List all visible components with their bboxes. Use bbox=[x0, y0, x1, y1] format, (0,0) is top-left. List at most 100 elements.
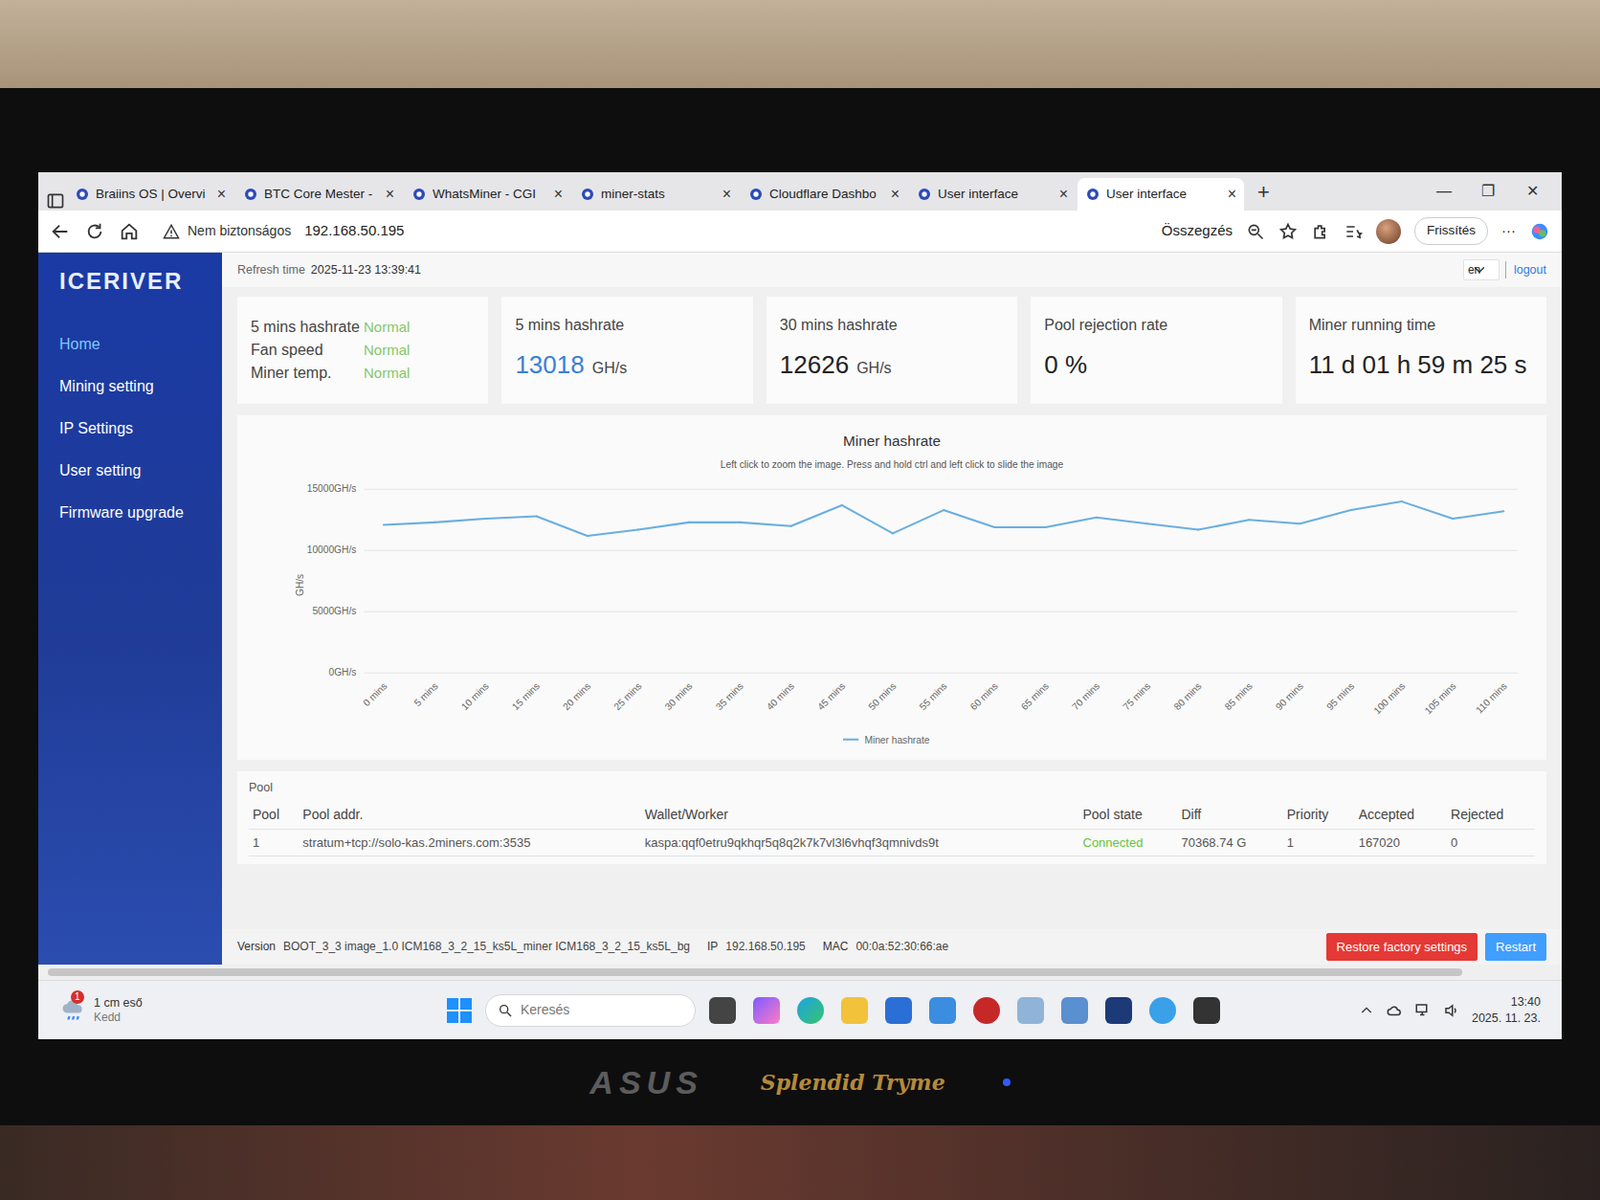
back-arrow-icon[interactable] bbox=[49, 221, 71, 243]
app-icon[interactable] bbox=[797, 997, 824, 1024]
window-button[interactable]: ❐ bbox=[1466, 179, 1511, 203]
reload-icon[interactable] bbox=[84, 221, 106, 243]
network-icon[interactable] bbox=[1414, 1001, 1432, 1020]
sidebar-item[interactable]: Mining setting bbox=[38, 365, 223, 408]
browser-tab[interactable]: BTC Core Mester -× bbox=[235, 177, 402, 211]
browser-tab[interactable]: miner-stats× bbox=[572, 177, 739, 211]
column-header: Rejected bbox=[1446, 800, 1535, 830]
clock[interactable]: 13:402025. 11. 23. bbox=[1471, 994, 1541, 1026]
tab-close-button[interactable]: × bbox=[722, 182, 732, 206]
content-area: 5 mins hashrateNormalFan speedNormalMine… bbox=[222, 287, 1562, 930]
tab-close-button[interactable]: × bbox=[1227, 182, 1237, 206]
x-tick: 10 mins bbox=[459, 680, 491, 712]
pool-cell: 70368.74 G bbox=[1177, 828, 1283, 857]
sidebar-item[interactable]: Home bbox=[38, 323, 223, 366]
column-header: Wallet/Worker bbox=[641, 800, 1080, 830]
splendid-badge: Splendid Tryme bbox=[760, 1066, 946, 1099]
scroll-thumb[interactable] bbox=[47, 968, 1463, 977]
tab-label[interactable]: Cloudflare Dashbo bbox=[769, 184, 886, 204]
zoom-icon[interactable] bbox=[1245, 222, 1266, 242]
tab-label[interactable]: WhatsMiner - CGI bbox=[432, 184, 549, 204]
app-icon[interactable] bbox=[973, 997, 1000, 1024]
favorites-icon[interactable] bbox=[1343, 222, 1363, 242]
tab-label[interactable]: User interface bbox=[1106, 184, 1223, 204]
hashrate-chart[interactable]: Miner hashrateLeft click to zoom the ima… bbox=[246, 428, 1537, 752]
browser-tab[interactable]: User interface× bbox=[909, 177, 1076, 211]
favorite-star-icon[interactable] bbox=[1278, 222, 1298, 242]
profile-avatar[interactable] bbox=[1376, 219, 1401, 245]
y-tick: 0GH/s bbox=[328, 666, 356, 678]
x-tick: 85 mins bbox=[1222, 680, 1255, 712]
window-button[interactable]: — bbox=[1422, 179, 1467, 203]
cloud-icon[interactable] bbox=[1385, 1001, 1403, 1020]
window-button[interactable]: ✕ bbox=[1510, 179, 1555, 203]
search-placeholder[interactable]: Keresés bbox=[520, 1000, 570, 1021]
column-header: Pool bbox=[248, 800, 299, 830]
column-header: Diff bbox=[1177, 800, 1283, 830]
app-icon[interactable] bbox=[1017, 997, 1045, 1024]
tab-close-button[interactable]: × bbox=[1059, 182, 1068, 206]
sidebar-item[interactable]: Firmware upgrade bbox=[38, 491, 223, 534]
tab-label[interactable]: BTC Core Mester - bbox=[264, 184, 380, 204]
tab-label[interactable]: miner-stats bbox=[600, 184, 717, 204]
home-icon[interactable] bbox=[118, 221, 140, 243]
taskbar-search[interactable]: Keresés bbox=[485, 994, 696, 1027]
url-field[interactable]: Nem biztonságos 192.168.50.195 bbox=[153, 216, 1149, 246]
weather-icon[interactable]: 1 bbox=[59, 996, 87, 1023]
tab-close-button[interactable]: × bbox=[890, 182, 900, 206]
tab-close-button[interactable]: × bbox=[385, 182, 395, 206]
weather-widget[interactable]: 11 cm esőKedd bbox=[59, 996, 309, 1024]
app-icon[interactable] bbox=[753, 997, 780, 1024]
stat-unit: GH/s bbox=[856, 359, 891, 377]
app-icon[interactable] bbox=[841, 997, 868, 1024]
tab-label[interactable]: User interface bbox=[937, 184, 1054, 204]
horizontal-scrollbar[interactable] bbox=[38, 964, 1562, 980]
sidebar-item[interactable]: IP Settings bbox=[38, 407, 223, 450]
stat-value-line: 13018GH/s bbox=[514, 346, 739, 384]
copilot-icon[interactable] bbox=[1529, 221, 1551, 243]
stat-unit: GH/s bbox=[592, 359, 627, 377]
security-label[interactable]: Nem biztonságos bbox=[187, 221, 291, 242]
x-tick: 5 mins bbox=[412, 680, 441, 709]
tab-close-button[interactable]: × bbox=[217, 182, 226, 206]
windows-start-icon[interactable] bbox=[446, 998, 472, 1023]
app-icon[interactable] bbox=[1061, 997, 1089, 1024]
refresh-button[interactable]: Frissítés bbox=[1414, 217, 1489, 245]
tray-chevron-icon[interactable] bbox=[1358, 1002, 1375, 1019]
tab-actions-icon[interactable] bbox=[45, 191, 66, 211]
summary-button[interactable]: Összegzés bbox=[1161, 220, 1233, 243]
clock-time[interactable]: 13:40 bbox=[1471, 994, 1541, 1010]
app-icon[interactable] bbox=[709, 997, 736, 1024]
sidebar-item[interactable]: User setting bbox=[38, 449, 223, 492]
wall bbox=[0, 0, 1600, 89]
tab-close-button[interactable]: × bbox=[554, 182, 563, 206]
mac-label: MAC bbox=[822, 937, 849, 956]
pool-cell: stratum+tcp://solo-kas.2miners.com:3535 bbox=[298, 828, 641, 857]
series-segment bbox=[485, 515, 536, 519]
browser-tab[interactable]: WhatsMiner - CGI× bbox=[403, 177, 571, 211]
browser-tab[interactable]: User interface× bbox=[1077, 177, 1245, 211]
series-segment bbox=[1401, 501, 1453, 519]
url-text[interactable]: 192.168.50.195 bbox=[304, 220, 404, 243]
extensions-icon[interactable] bbox=[1311, 222, 1331, 242]
clock-date[interactable]: 2025. 11. 23. bbox=[1471, 1010, 1541, 1026]
volume-icon[interactable] bbox=[1443, 1001, 1461, 1020]
status-card: 5 mins hashrateNormalFan speedNormalMine… bbox=[237, 296, 489, 404]
app-icon[interactable] bbox=[885, 997, 912, 1024]
logout-link[interactable]: logout bbox=[1505, 261, 1547, 280]
tab-label[interactable]: Braiins OS | Overvi bbox=[95, 184, 212, 204]
pool-table: PoolPool addr.Wallet/WorkerPool stateDif… bbox=[248, 800, 1535, 858]
restore-button[interactable]: Restore factory settings bbox=[1326, 933, 1479, 962]
app-icon[interactable] bbox=[1149, 997, 1177, 1024]
app-icon[interactable] bbox=[1105, 997, 1133, 1024]
series-segment bbox=[1045, 517, 1097, 528]
new-tab-button[interactable]: + bbox=[1245, 176, 1282, 208]
app-icon[interactable] bbox=[929, 997, 956, 1024]
more-button[interactable]: ··· bbox=[1501, 220, 1516, 243]
restart-button[interactable]: Restart bbox=[1485, 933, 1547, 962]
app-icon[interactable] bbox=[1193, 997, 1221, 1024]
language-select[interactable]: en bbox=[1463, 259, 1500, 281]
x-tick: 30 mins bbox=[663, 680, 695, 712]
browser-tab[interactable]: Cloudflare Dashbo× bbox=[740, 177, 908, 211]
browser-tab[interactable]: Braiins OS | Overvi× bbox=[66, 177, 234, 211]
